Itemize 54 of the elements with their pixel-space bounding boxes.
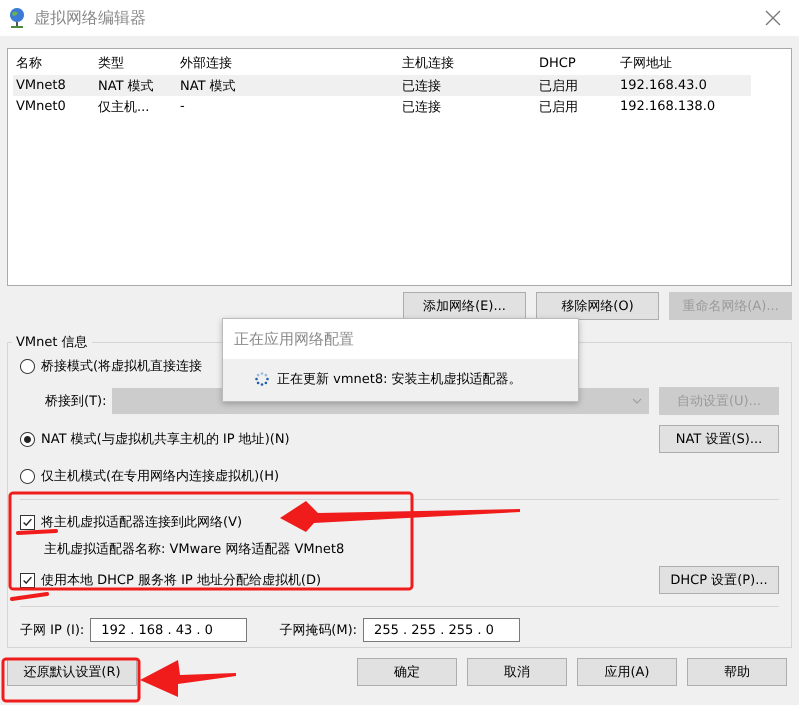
bridge-to-label: 桥接到(T): [45,393,106,410]
underline-mark [16,529,58,535]
table-cell-text: NAT 模式 [97,78,155,94]
subnet-ip-label: 子网 IP (I): [20,622,84,639]
table-cell-text: VMnet0 [15,99,67,114]
caret-icon [632,398,642,404]
table-cell-text: 仅主机... [97,98,150,116]
group-title: VMnet 信息 [12,333,92,351]
network-row[interactable]: VMnet8 NAT 模式 NAT 模式 已连接 已启用 192.168.43.0 [13,75,751,96]
network-button[interactable]: 添加网络(E)... [403,292,526,320]
table-cell-text: 已启用 [538,78,579,94]
checkbox-label: 将主机虚拟适配器连接到此网络(V) [41,514,242,531]
dialog-button[interactable]: 应用(A) [577,658,677,686]
close-icon[interactable] [765,10,781,26]
radio-button[interactable] [20,358,35,374]
window-title: 虚拟网络编辑器 [34,8,147,28]
adapter-name-text: 主机虚拟适配器名称: VMware 网络适配器 VMnet8 [44,541,344,558]
subnet-ip-field[interactable]: 192 . 168 . 43 . 0 [90,618,248,642]
dhcp-settings-button[interactable]: DHCP 设置(P)... [659,566,779,594]
dialog-button[interactable]: 确定 [357,658,457,686]
checkbox[interactable] [20,514,35,530]
table-cell-text: 已连接 [401,98,442,116]
network-button[interactable]: 移除网络(O) [536,292,659,320]
subnet-mask-field[interactable]: 255 . 255 . 255 . 0 [363,618,520,642]
column-header[interactable]: 子网地址 [617,54,751,72]
dialog-button[interactable]: 取消 [467,658,567,686]
spinner-icon [255,372,269,386]
column-header[interactable]: 类型 [95,54,177,72]
nat-settings-button[interactable]: NAT 设置(S)... [659,425,779,453]
radio-label: 仅主机模式(在专用网络内连接虚拟机)(H) [41,468,280,485]
radio-label: 桥接模式(将虚拟机直接连接 [41,358,202,375]
radio-button[interactable] [20,432,35,446]
table-cell-text: 已连接 [401,78,442,94]
dialog-button[interactable]: 帮助 [687,658,787,686]
column-header[interactable]: 主机连接 [399,54,536,72]
table-cell-text: VMnet8 [15,78,67,93]
table-cell-text: 192.168.43.0 [619,78,708,93]
underline-mark [10,592,49,601]
column-header[interactable]: 外部连接 [177,54,399,72]
table-cell-text: 192.168.138.0 [619,99,716,114]
table-cell-text: 已启用 [538,98,579,116]
radio-button[interactable] [20,468,35,484]
checkbox-label: 使用本地 DHCP 服务将 IP 地址分配给虚拟机(D) [41,572,322,589]
table-cell-text: NAT 模式 [179,78,237,94]
radio-label: NAT 模式(与虚拟机共享主机的 IP 地址)(N) [41,431,290,448]
column-header[interactable]: 名称 [13,54,95,72]
subnet-mask-label: 子网掩码(M): [279,622,358,639]
network-row[interactable]: VMnet0 仅主机... - 已连接 已启用 192.168.138.0 [13,96,751,117]
table-cell-text: - [179,99,186,114]
globe-network-icon [8,7,26,29]
dialog-title: 正在应用网络配置 [234,330,354,348]
column-header[interactable]: DHCP [536,56,617,70]
checkbox[interactable] [20,572,35,588]
progress-message: 正在更新 vmnet8: 安装主机虚拟适配器。 [277,371,522,388]
